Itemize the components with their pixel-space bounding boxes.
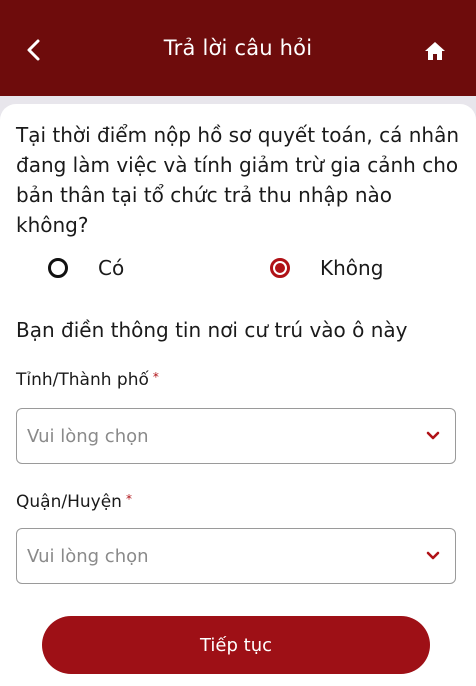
- radio-option-no[interactable]: Không: [270, 256, 383, 280]
- district-select-placeholder: Vui lòng chọn: [27, 545, 149, 567]
- home-icon: [425, 42, 445, 60]
- required-mark: *: [152, 370, 159, 384]
- radio-dot: [275, 263, 285, 273]
- chevron-down-icon: [425, 428, 441, 444]
- radio-circle-unselected[interactable]: [48, 258, 68, 278]
- chevron-down-icon: [425, 548, 441, 564]
- district-label: Quận/Huyện *: [16, 492, 132, 512]
- province-label: Tỉnh/Thành phố *: [16, 370, 159, 390]
- required-mark: *: [125, 492, 132, 506]
- district-select[interactable]: Vui lòng chọn: [16, 528, 456, 584]
- header-bar: Trả lời câu hỏi: [0, 0, 476, 96]
- question-text: Tại thời điểm nộp hồ sơ quyết toán, cá n…: [16, 123, 460, 237]
- province-select[interactable]: Vui lòng chọn: [16, 408, 456, 464]
- radio-label-no: Không: [320, 256, 384, 280]
- radio-circle-selected[interactable]: [270, 258, 290, 278]
- province-label-text: Tỉnh/Thành phố: [16, 370, 149, 390]
- continue-button[interactable]: Tiếp tục: [42, 616, 430, 674]
- content-card: Tại thời điểm nộp hồ sơ quyết toán, cá n…: [0, 104, 476, 686]
- home-button[interactable]: [422, 38, 448, 64]
- residence-instruction: Bạn điền thông tin nơi cư trú vào ô này: [16, 318, 408, 342]
- radio-label-yes: Có: [98, 256, 125, 280]
- page-title: Trả lời câu hỏi: [163, 36, 313, 60]
- province-select-placeholder: Vui lòng chọn: [27, 425, 149, 447]
- app-screen: Trả lời câu hỏi Tại thời điểm nộp hồ sơ …: [0, 0, 476, 686]
- radio-option-yes[interactable]: Có: [48, 256, 124, 280]
- district-label-text: Quận/Huyện: [16, 492, 122, 512]
